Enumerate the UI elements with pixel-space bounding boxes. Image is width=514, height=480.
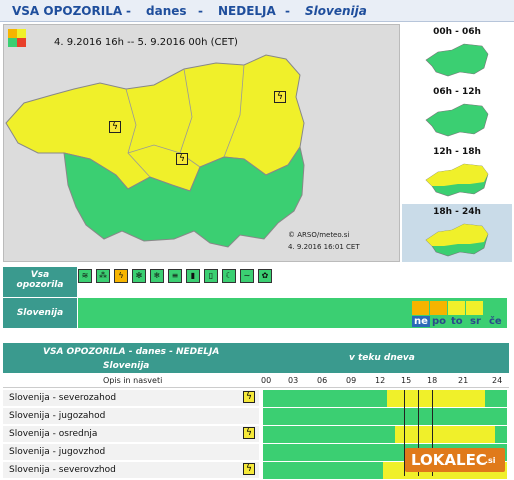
lokalec-logo: LOKALEC .si [405, 448, 505, 472]
warning-type-icon-bar: ≋ ⁂ ϟ ✻ ❄ ≡ ▮ ▯ ☾ ∼ ✿ [78, 267, 507, 297]
storm-icon[interactable]: ϟ [176, 153, 188, 165]
timeline-green [263, 390, 387, 407]
region-name: Slovenija - jugovzhod [3, 444, 259, 461]
heat-icon[interactable]: ▮ [186, 269, 200, 283]
header-title: VSA OPOZORILA [12, 4, 123, 18]
day-tab-ne[interactable]: ne [412, 316, 430, 327]
uv-icon[interactable]: ☾ [222, 269, 236, 283]
region-name: Slovenija - osrednja [3, 426, 259, 443]
storm-icon: ϟ [243, 391, 255, 403]
day-sr-color [466, 301, 483, 315]
storm-icon[interactable]: ϟ [109, 121, 121, 133]
table-subtitle: Slovenija [103, 361, 150, 371]
header-day: danes [146, 4, 187, 18]
header-sep-1: - [126, 4, 131, 18]
logo-suffix: .si [485, 456, 496, 465]
warning-map[interactable]: 4. 9.2016 16h -- 5. 9.2016 00h (CET) ϟ ϟ… [3, 24, 400, 262]
mini-map-icon [425, 223, 489, 257]
thumb-label: 18h - 24h [433, 207, 481, 217]
timeline-green [485, 390, 507, 407]
mini-map-icon [425, 103, 489, 137]
header-region: Slovenija [305, 4, 367, 18]
header-sep-3: - [285, 4, 290, 18]
rain-icon[interactable]: ⁂ [96, 269, 110, 283]
thumb-slot-3[interactable]: 12h - 18h [402, 144, 512, 202]
day-ne-color [412, 301, 429, 315]
pollen-icon[interactable]: ✿ [258, 269, 272, 283]
hour-label: 18 [427, 376, 438, 385]
slovenia-label: Slovenija [3, 298, 77, 328]
map-credit: © ARSO/meteo.si [288, 231, 350, 239]
ice-icon[interactable]: ❄ [150, 269, 164, 283]
hour-label: 12 [375, 376, 386, 385]
timeline-green [263, 426, 395, 443]
thumb-label: 06h - 12h [433, 87, 481, 97]
thumb-slot-1[interactable]: 00h - 06h [402, 24, 512, 82]
table-header: VSA OPOZORILA - danes - NEDELJA Slovenij… [3, 343, 509, 373]
snow-icon[interactable]: ✻ [132, 269, 146, 283]
table-title: VSA OPOZORILA - danes - NEDELJA [43, 347, 220, 357]
timeline-title: v teku dneva [349, 353, 415, 363]
day-po-color [430, 301, 447, 315]
day-to-color [448, 301, 465, 315]
mini-map-icon [425, 163, 489, 197]
table-row[interactable]: Slovenija - severozahod ϟ [3, 390, 509, 408]
storm-icon[interactable]: ϟ [114, 269, 128, 283]
hour-label: 03 [288, 376, 299, 385]
table-row[interactable]: Slovenija - jugozahod [3, 408, 509, 426]
day-tab-to[interactable]: to [451, 316, 463, 327]
hour-label: 09 [346, 376, 357, 385]
storm-icon: ϟ [243, 427, 255, 439]
hour-label: 21 [458, 376, 469, 385]
table-column-header: Opis in nasveti 00 03 06 09 12 15 18 21 … [3, 374, 509, 388]
day-tab-sr[interactable]: sr [470, 316, 481, 327]
table-row[interactable]: Slovenija - osrednja ϟ [3, 426, 509, 444]
col-description: Opis in nasveti [103, 376, 163, 385]
mini-map-icon [425, 43, 489, 77]
region-name: Slovenija - jugozahod [3, 408, 259, 425]
storm-icon[interactable]: ϟ [274, 91, 286, 103]
thumb-slot-2[interactable]: 06h - 12h [402, 84, 512, 142]
coast-icon[interactable]: ∼ [240, 269, 254, 283]
slovenia-map-svg [5, 54, 305, 248]
day-ce-color [484, 301, 501, 315]
fog-icon[interactable]: ≡ [168, 269, 182, 283]
page-header: VSA OPOZORILA - danes - NEDELJA - Sloven… [0, 0, 514, 22]
thumb-slot-4[interactable]: 18h - 24h [402, 204, 512, 262]
wind-icon[interactable]: ≋ [78, 269, 92, 283]
timeline-yellow [387, 390, 485, 407]
timeline-green [263, 408, 507, 425]
header-weekday: NEDELJA [218, 4, 276, 18]
timeline-green [495, 426, 507, 443]
all-warnings-label: Vsa opozorila [3, 267, 77, 297]
cold-icon[interactable]: ▯ [204, 269, 218, 283]
header-sep-2: - [198, 4, 203, 18]
logo-text: LOKALEC [411, 451, 487, 469]
hour-label: 06 [317, 376, 328, 385]
thumb-label: 00h - 06h [433, 27, 481, 37]
region-name: Slovenija - severovzhod [3, 462, 259, 479]
thumb-label: 12h - 18h [433, 147, 481, 157]
hour-label: 00 [261, 376, 272, 385]
day-tab-po[interactable]: po [432, 316, 446, 327]
day-tab-ce[interactable]: če [489, 316, 502, 327]
map-issued-time: 4. 9.2016 16:01 CET [288, 243, 360, 251]
timeline-yellow [395, 426, 495, 443]
hour-label: 24 [492, 376, 503, 385]
storm-icon: ϟ [243, 463, 255, 475]
timeline-green [263, 462, 383, 479]
region-name: Slovenija - severozahod [3, 390, 259, 407]
hour-label: 15 [401, 376, 412, 385]
